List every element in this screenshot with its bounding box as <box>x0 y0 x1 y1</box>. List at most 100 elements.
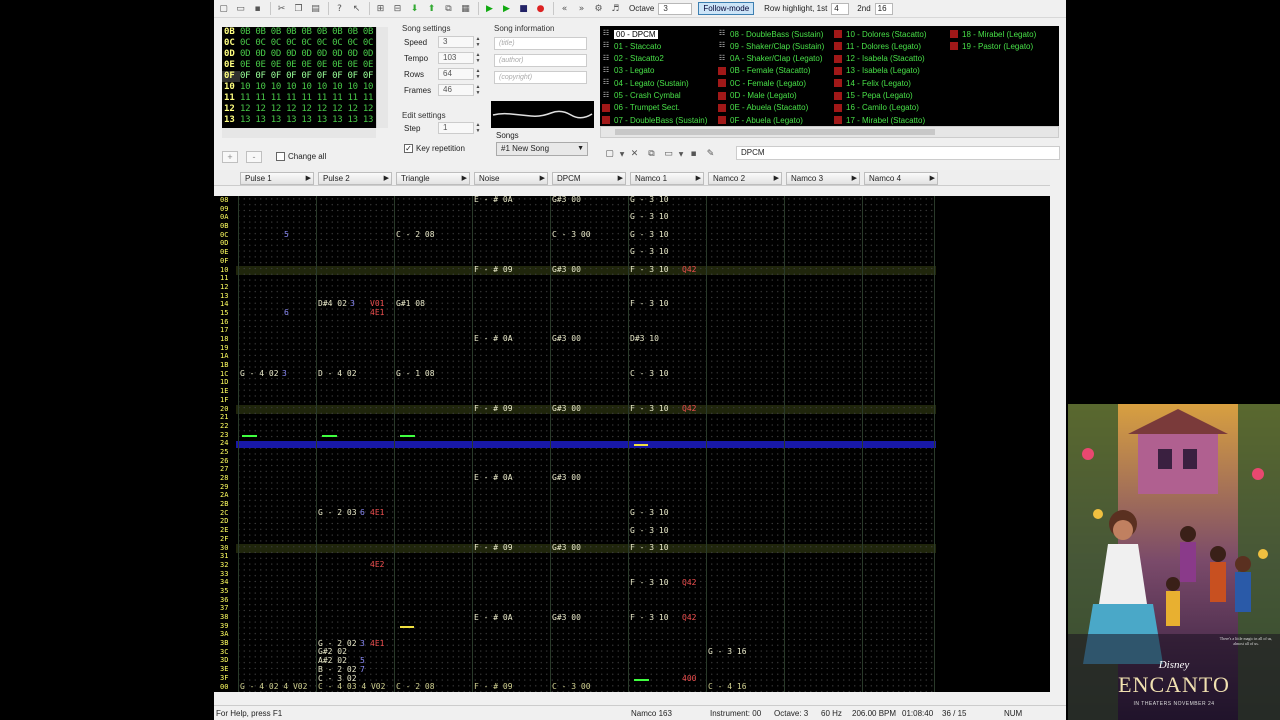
instrument-item[interactable]: ☷ 04 - Legato (Sustain) <box>602 77 689 89</box>
pattern-cell[interactable]: 400 <box>682 674 696 684</box>
play-icon[interactable]: ▶ <box>482 2 497 16</box>
pattern-cell[interactable]: F - 3 10 <box>630 578 669 588</box>
play-loop-icon[interactable]: ▶ <box>499 2 514 16</box>
scroll-thumb[interactable] <box>615 129 935 135</box>
pattern-cell[interactable]: C - 4 03 4 V02 <box>318 682 385 692</box>
channel-header-noise[interactable]: Noise ▶ <box>474 172 548 185</box>
previous-track-icon[interactable]: « <box>557 2 572 16</box>
title-field[interactable]: (title) <box>494 37 587 50</box>
pattern-cell[interactable]: D#3 10 <box>630 334 659 344</box>
pattern-cell[interactable]: C - 4 16 <box>708 682 747 692</box>
rows-spinner[interactable]: ▲ ▼ <box>474 68 482 80</box>
next-track-icon[interactable]: » <box>574 2 589 16</box>
pattern-cell[interactable]: F - 3 10 <box>630 404 669 414</box>
pattern-hscroll[interactable] <box>214 692 1050 703</box>
pattern-cell[interactable]: E - # 0A <box>474 613 513 623</box>
instrument-item[interactable]: 19 - Pastor (Legato) <box>950 40 1033 52</box>
pattern-cell[interactable]: 3 <box>350 299 355 309</box>
channel-header-namco-2[interactable]: Namco 2 ▶ <box>708 172 782 185</box>
follow-mode-toggle[interactable]: Follow-mode <box>698 2 755 15</box>
record-icon[interactable]: ● <box>533 2 548 16</box>
instrument-item[interactable]: ☷ 01 - Staccato <box>602 40 661 52</box>
frame-cells[interactable]: 0B 0B 0B 0B 0B 0B 0B 0B 0B <box>240 27 373 38</box>
frame-editor-hscroll[interactable] <box>222 128 376 138</box>
frame-editor[interactable]: 0B 0B 0B 0B 0B 0B 0B 0B 0B 0B 0C 0C 0C 0C … <box>222 27 376 128</box>
speed-field[interactable]: 3 <box>438 36 474 48</box>
load-instrument-icon[interactable]: ▭ <box>661 147 676 161</box>
step-field[interactable]: 1 <box>438 122 474 134</box>
instrument-item[interactable]: ☷ 0A - Shaker/Clap (Legato) <box>718 53 823 65</box>
pattern-cell[interactable]: 5 <box>284 230 289 240</box>
instrument-item[interactable]: ☷ 03 - Legato <box>602 65 655 77</box>
pattern-cell[interactable]: G#3 00 <box>552 543 581 553</box>
tempo-field[interactable]: 103 <box>438 52 474 64</box>
instrument-item[interactable]: 17 - Mirabel (Stacatto) <box>834 114 925 126</box>
author-field[interactable]: (author) <box>494 54 587 67</box>
remove-instrument-icon[interactable]: ✕ <box>627 147 642 161</box>
open-file-icon[interactable]: ▭ <box>233 2 248 16</box>
insert-frame-icon[interactable]: ⊞ <box>373 2 388 16</box>
pattern-cell[interactable]: G#3 00 <box>552 334 581 344</box>
instrument-item[interactable]: 18 - Mirabel (Legato) <box>950 28 1036 40</box>
stop-icon[interactable]: ■ <box>516 2 531 16</box>
pattern-cell[interactable]: 4E2 <box>370 560 384 570</box>
frame-row[interactable]: 0D 0D 0D 0D 0D 0D 0D 0D 0D 0D <box>222 49 376 60</box>
instrument-item[interactable]: 10 - Dolores (Stacatto) <box>834 28 926 40</box>
channel-header-pulse-2[interactable]: Pulse 2 ▶ <box>318 172 392 185</box>
checkbox-box[interactable]: ✓ <box>404 144 413 153</box>
move-frame-up-icon[interactable]: ⬆ <box>424 2 439 16</box>
pattern-cell[interactable]: G - 3 10 <box>630 526 669 536</box>
row-highlight-1st-field[interactable]: 4 <box>831 2 850 15</box>
new-instrument-icon[interactable]: ▢ <box>602 147 617 161</box>
pattern-cell[interactable]: G - 1 08 <box>396 369 435 379</box>
channel-header-dpcm[interactable]: DPCM ▶ <box>552 172 626 185</box>
save-instrument-icon[interactable]: ▪ <box>686 147 701 161</box>
move-frame-down-icon[interactable]: ⬇ <box>407 2 422 16</box>
frame-row-current[interactable]: 0F 0F 0F 0F 0F 0F 0F 0F 0F 0F <box>222 71 376 82</box>
channel-header-triangle[interactable]: Triangle ▶ <box>396 172 470 185</box>
channel-toggle-icon[interactable]: ▶ <box>618 173 623 184</box>
pattern-cell[interactable]: Q42 <box>682 404 696 414</box>
pattern-cell[interactable]: G - 3 10 <box>630 196 669 205</box>
channel-header-namco-1[interactable]: Namco 1 ▶ <box>630 172 704 185</box>
pattern-cell[interactable]: G#3 00 <box>552 265 581 275</box>
pattern-cell[interactable]: G#3 00 <box>552 196 581 205</box>
pattern-cell[interactable]: F - 3 10 <box>630 265 669 275</box>
channel-toggle-icon[interactable]: ▶ <box>384 173 389 184</box>
dropdown-icon[interactable]: ▼ <box>678 147 684 161</box>
pattern-cell[interactable]: G - 4 02 4 V02 <box>240 682 307 692</box>
frame-row[interactable]: 12 12 12 12 12 12 12 12 12 12 <box>222 104 376 115</box>
instrument-item[interactable]: 0B - Female (Stacatto) <box>718 65 810 77</box>
channel-toggle-icon[interactable]: ▶ <box>852 173 857 184</box>
clone-instrument-icon[interactable]: ⧉ <box>644 147 659 161</box>
key-repetition-checkbox[interactable]: ✓ Key repetition <box>404 144 465 153</box>
pattern-cell[interactable]: 3 <box>360 639 365 649</box>
channel-toggle-icon[interactable]: ▶ <box>540 173 545 184</box>
instrument-item[interactable]: 0E - Abuela (Stacatto) <box>718 102 808 114</box>
pattern-cell[interactable]: C - 3 00 <box>552 682 591 692</box>
frame-editor-vscroll[interactable] <box>376 27 388 128</box>
pattern-cell[interactable]: F - # 09 <box>474 265 513 275</box>
pattern-cell[interactable]: Q42 <box>682 265 696 275</box>
add-frame-button[interactable]: + <box>222 151 238 163</box>
pattern-cell[interactable]: Q42 <box>682 613 696 623</box>
module-properties-icon[interactable]: ▦ <box>458 2 473 16</box>
pattern-cell[interactable]: G - 3 10 <box>630 212 669 222</box>
pattern-cell[interactable]: G - 3 16 <box>708 647 747 657</box>
pattern-cell[interactable]: C - 3 10 <box>630 369 669 379</box>
instrument-item[interactable]: 16 - Camilo (Legato) <box>834 102 919 114</box>
pattern-cell[interactable]: 3 <box>282 369 287 379</box>
tempo-spinner[interactable]: ▲ ▼ <box>474 52 482 64</box>
pattern-cell[interactable]: F - 3 10 <box>630 299 669 309</box>
frame-cells[interactable]: 0C 0C 0C 0C 0C 0C 0C 0C 0C <box>240 38 373 49</box>
pattern-cell[interactable]: F - # 09 <box>474 404 513 414</box>
pattern-cell[interactable]: G#3 00 <box>552 404 581 414</box>
frame-row[interactable]: 11 11 11 11 11 11 11 11 11 11 <box>222 93 376 104</box>
frame-cells[interactable]: 13 13 13 13 13 13 13 13 13 <box>240 115 373 126</box>
channel-header-namco-4[interactable]: Namco 4 ▶ <box>864 172 938 185</box>
instrument-item[interactable]: 14 - Felix (Legato) <box>834 77 911 89</box>
instrument-item[interactable]: 0C - Female (Legato) <box>718 77 806 89</box>
frames-field[interactable]: 46 <box>438 84 474 96</box>
pattern-vscroll[interactable] <box>1050 170 1066 692</box>
pattern-cell[interactable]: F - # 09 <box>474 682 513 692</box>
